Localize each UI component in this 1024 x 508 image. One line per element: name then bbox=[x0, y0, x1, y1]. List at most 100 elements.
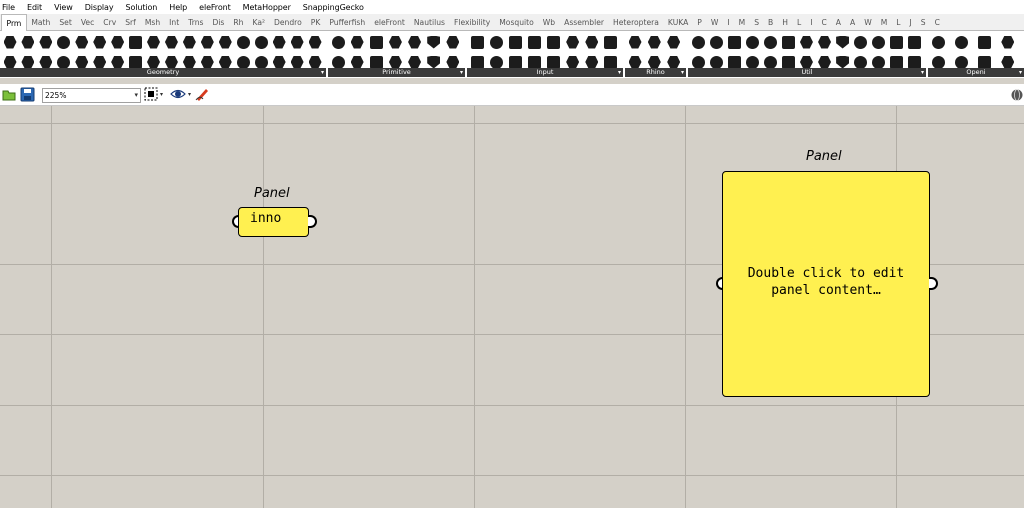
component-icon[interactable] bbox=[217, 34, 233, 50]
component-icon[interactable] bbox=[74, 34, 90, 50]
tab-20[interactable]: Assembler bbox=[560, 14, 609, 30]
sketch-pen-icon[interactable] bbox=[195, 86, 211, 102]
component-icon[interactable] bbox=[20, 34, 36, 50]
component-icon[interactable] bbox=[271, 34, 287, 50]
component-icon[interactable] bbox=[181, 34, 197, 50]
component-icon[interactable] bbox=[871, 34, 887, 50]
tab-27[interactable]: S bbox=[750, 14, 764, 30]
tab-30[interactable]: L bbox=[792, 14, 805, 30]
tab-2[interactable]: Set bbox=[55, 14, 76, 30]
tab-5[interactable]: Srf bbox=[121, 14, 141, 30]
tab-29[interactable]: H bbox=[778, 14, 793, 30]
component-icon[interactable] bbox=[445, 34, 461, 50]
preview-eye-icon[interactable] bbox=[170, 87, 194, 102]
component-icon[interactable] bbox=[1000, 34, 1016, 50]
tab-23[interactable]: P bbox=[693, 14, 707, 30]
component-icon[interactable] bbox=[307, 34, 323, 50]
tab-34[interactable]: A bbox=[845, 14, 859, 30]
tab-4[interactable]: Crv bbox=[99, 14, 121, 30]
component-icon[interactable] bbox=[488, 34, 504, 50]
component-icon[interactable] bbox=[744, 34, 760, 50]
tab-37[interactable]: L bbox=[892, 14, 905, 30]
component-icon[interactable] bbox=[163, 34, 179, 50]
component-icon[interactable] bbox=[853, 34, 869, 50]
ribbon-group-label[interactable]: Rhino bbox=[625, 68, 686, 77]
menu-help[interactable]: Help bbox=[169, 3, 187, 12]
component-icon[interactable] bbox=[407, 34, 423, 50]
ribbon-group-label[interactable]: Util bbox=[688, 68, 926, 77]
component-icon[interactable] bbox=[603, 34, 619, 50]
component-icon[interactable] bbox=[584, 34, 600, 50]
component-icon[interactable] bbox=[646, 34, 662, 50]
text-panel-small[interactable]: inno bbox=[238, 207, 309, 237]
panel-output-grip[interactable] bbox=[929, 277, 938, 290]
component-icon[interactable] bbox=[546, 34, 562, 50]
component-icon[interactable] bbox=[199, 34, 215, 50]
tab-13[interactable]: PK bbox=[306, 14, 325, 30]
tab-24[interactable]: W bbox=[706, 14, 723, 30]
component-icon[interactable] bbox=[780, 34, 796, 50]
component-icon[interactable] bbox=[2, 34, 18, 50]
tab-0[interactable]: Prm bbox=[1, 14, 27, 31]
tab-1[interactable]: Math bbox=[27, 14, 55, 30]
tab-26[interactable]: M bbox=[734, 14, 750, 30]
tab-31[interactable]: I bbox=[806, 14, 817, 30]
tab-6[interactable]: Msh bbox=[140, 14, 164, 30]
menu-edit[interactable]: Edit bbox=[27, 3, 42, 12]
component-icon[interactable] bbox=[708, 34, 724, 50]
tab-18[interactable]: Mosquito bbox=[495, 14, 539, 30]
tab-16[interactable]: Nautilus bbox=[409, 14, 449, 30]
tab-33[interactable]: A bbox=[831, 14, 845, 30]
tab-35[interactable]: W bbox=[860, 14, 877, 30]
tab-15[interactable]: eleFront bbox=[370, 14, 410, 30]
tab-9[interactable]: Dis bbox=[208, 14, 229, 30]
open-file-icon[interactable] bbox=[2, 87, 17, 102]
component-icon[interactable] bbox=[565, 34, 581, 50]
menu-elefront[interactable]: eleFront bbox=[199, 3, 231, 12]
tab-40[interactable]: C bbox=[930, 14, 944, 30]
component-icon[interactable] bbox=[798, 34, 814, 50]
tab-12[interactable]: Dendro bbox=[270, 14, 307, 30]
text-panel-large[interactable]: Double click to edit panel content… bbox=[722, 171, 930, 397]
component-icon[interactable] bbox=[56, 34, 72, 50]
component-icon[interactable] bbox=[253, 34, 269, 50]
globe-icon[interactable] bbox=[1010, 88, 1024, 102]
component-icon[interactable] bbox=[330, 34, 346, 50]
panel-output-grip[interactable] bbox=[308, 215, 317, 228]
component-icon[interactable] bbox=[110, 34, 126, 50]
zoom-select[interactable]: 225% ▾ bbox=[42, 88, 141, 103]
component-icon[interactable] bbox=[666, 34, 682, 50]
component-icon[interactable] bbox=[387, 34, 403, 50]
component-icon[interactable] bbox=[930, 34, 946, 50]
ribbon-group-label[interactable]: Openi bbox=[928, 68, 1024, 77]
component-icon[interactable] bbox=[426, 34, 442, 50]
selection-mode-icon[interactable] bbox=[144, 87, 166, 102]
tab-10[interactable]: Rh bbox=[229, 14, 248, 30]
component-icon[interactable] bbox=[349, 34, 365, 50]
component-icon[interactable] bbox=[368, 34, 384, 50]
tab-22[interactable]: KUKA bbox=[663, 14, 692, 30]
component-icon[interactable] bbox=[235, 34, 251, 50]
tab-7[interactable]: Int bbox=[165, 14, 184, 30]
tab-32[interactable]: C bbox=[817, 14, 831, 30]
tab-17[interactable]: Flexibility bbox=[450, 14, 495, 30]
component-icon[interactable] bbox=[907, 34, 923, 50]
menu-view[interactable]: View bbox=[54, 3, 73, 12]
component-icon[interactable] bbox=[953, 34, 969, 50]
tab-19[interactable]: Wb bbox=[538, 14, 559, 30]
component-icon[interactable] bbox=[817, 34, 833, 50]
menu-metahopper[interactable]: MetaHopper bbox=[243, 3, 291, 12]
menu-snappinggecko[interactable]: SnappingGecko bbox=[303, 3, 364, 12]
ribbon-group-label[interactable]: Primitive bbox=[328, 68, 465, 77]
menu-display[interactable]: Display bbox=[85, 3, 114, 12]
tab-25[interactable]: I bbox=[723, 14, 734, 30]
save-file-icon[interactable] bbox=[20, 87, 35, 102]
component-icon[interactable] bbox=[146, 34, 162, 50]
menu-solution[interactable]: Solution bbox=[125, 3, 157, 12]
component-icon[interactable] bbox=[762, 34, 778, 50]
component-icon[interactable] bbox=[627, 34, 643, 50]
component-icon[interactable] bbox=[38, 34, 54, 50]
component-icon[interactable] bbox=[469, 34, 485, 50]
component-icon[interactable] bbox=[977, 34, 993, 50]
component-icon[interactable] bbox=[92, 34, 108, 50]
